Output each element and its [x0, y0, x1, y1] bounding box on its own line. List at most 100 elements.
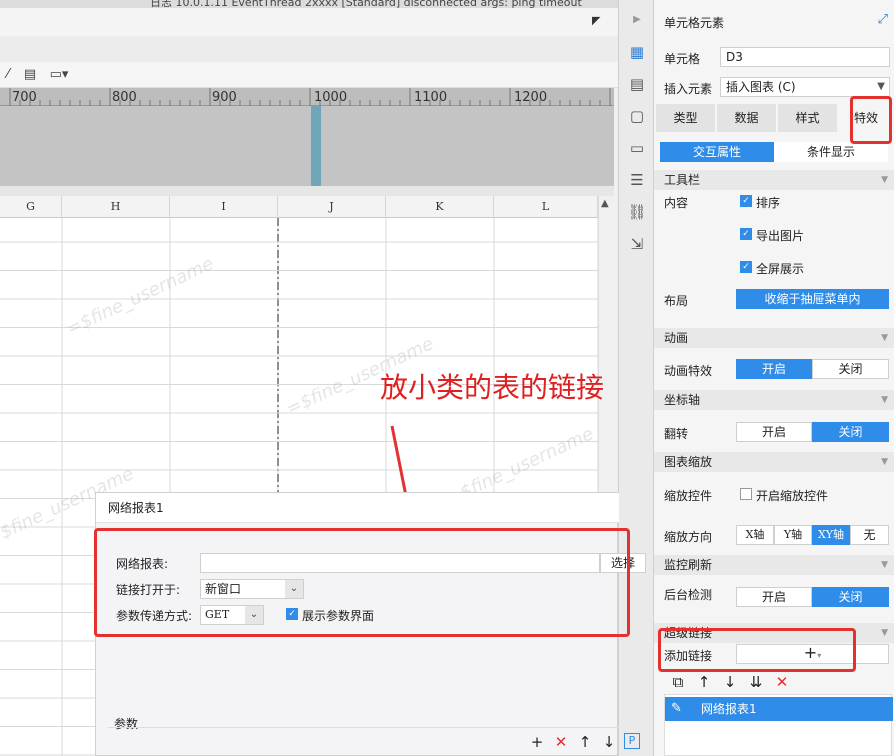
delete-icon[interactable]: ✕: [772, 672, 792, 692]
background-check-off-button[interactable]: 关闭: [812, 587, 889, 607]
section-hyperlink[interactable]: 超级链接 ▼: [654, 623, 894, 643]
chevron-down-icon: ▼: [877, 81, 885, 92]
section-toolbar-label: 工具栏: [664, 173, 701, 187]
move-up-icon[interactable]: ↑: [694, 672, 714, 692]
zoom-y-axis-button[interactable]: Y轴: [774, 525, 812, 545]
fullscreen-checkbox[interactable]: ✓: [740, 261, 752, 273]
column-header-i[interactable]: I: [170, 196, 278, 218]
cell-element-panel: 单元格元素 ⤢ 单元格 D3 插入元素 插入图表 (C) ▼ 类型 数据 样式 …: [654, 0, 894, 756]
insert-element-select[interactable]: 插入图表 (C) ▼: [720, 77, 890, 97]
layer-icon[interactable]: ☰: [627, 170, 647, 190]
float-element-icon[interactable]: ▢: [627, 106, 647, 126]
animation-effect-label: 动画特效: [664, 364, 713, 378]
zoom-direction-label: 缩放方向: [664, 530, 713, 544]
export-image-label: 导出图片: [756, 229, 805, 243]
chevron-down-icon: ▾: [817, 651, 822, 660]
section-axis-label: 坐标轴: [664, 393, 701, 407]
sort-checkbox[interactable]: ✓: [740, 195, 752, 207]
column-header-k[interactable]: K: [386, 196, 494, 218]
copy-icon[interactable]: ⧉: [668, 672, 688, 692]
zoom-control-label: 缩放控件: [664, 489, 713, 503]
param-method-select[interactable]: GET ⌄: [200, 605, 264, 625]
section-animation[interactable]: 动画 ▼: [654, 328, 894, 348]
zoom-control-option-label: 开启缩放控件: [756, 489, 829, 503]
zoom-none-button[interactable]: 无: [850, 525, 889, 545]
zoom-control-checkbox[interactable]: [740, 488, 752, 500]
move-down-icon[interactable]: ↓: [600, 733, 618, 751]
plus-icon: +: [803, 643, 818, 662]
link-list: ✎ 网络报表1: [664, 694, 893, 756]
scroll-up-icon[interactable]: ▲: [601, 198, 609, 209]
insert-element-label: 插入元素: [664, 82, 713, 96]
annotation-text: 放小类的表的链接: [380, 371, 605, 404]
subtab-condition[interactable]: 条件显示: [774, 142, 888, 162]
animation-on-button[interactable]: 开启: [736, 359, 812, 379]
add-link-button[interactable]: +▾: [736, 644, 889, 664]
open-in-select[interactable]: 新窗口 ⌄: [200, 579, 304, 599]
content-label: 内容: [664, 196, 689, 210]
param-method-value: GET: [205, 608, 230, 621]
document-icon[interactable]: ▤: [22, 67, 38, 83]
fullscreen-label: 全屏展示: [756, 262, 805, 276]
expand-arrow-icon[interactable]: ▶: [627, 10, 647, 30]
tab-effects[interactable]: 特效: [839, 104, 894, 132]
border-dropdown-icon[interactable]: ▭▾: [46, 67, 72, 83]
zoom-x-axis-button[interactable]: X轴: [736, 525, 774, 545]
pen-icon[interactable]: ⁄: [0, 67, 16, 83]
show-params-checkbox[interactable]: ✓: [286, 608, 298, 620]
column-header-l[interactable]: L: [494, 196, 598, 218]
zoom-xy-axis-button[interactable]: XY轴: [812, 525, 850, 545]
pin-icon[interactable]: ⤢: [878, 12, 888, 27]
cell-attribute-icon[interactable]: ▤: [627, 74, 647, 94]
section-hyperlink-label: 超级链接: [664, 626, 713, 640]
caret-icon: ▼: [881, 457, 888, 467]
link-list-item[interactable]: ✎ 网络报表1: [665, 697, 893, 721]
section-axis[interactable]: 坐标轴 ▼: [654, 390, 894, 410]
parameter-icon[interactable]: P: [624, 733, 640, 749]
horizontal-ruler: 700 800 900 1000 1100 1200: [0, 88, 614, 106]
cell-input[interactable]: D3: [720, 47, 890, 67]
edit-pencil-icon: ✎: [671, 701, 682, 716]
param-method-label: 参数传递方式:: [116, 609, 193, 623]
widget-icon[interactable]: ▭: [627, 138, 647, 158]
caret-icon: ▼: [881, 628, 888, 638]
column-header-h[interactable]: H: [62, 196, 170, 218]
dialog-title: 网络报表1: [96, 493, 619, 523]
import-icon[interactable]: ⇲: [627, 234, 647, 254]
section-chart-zoom[interactable]: 图表缩放 ▼: [654, 452, 894, 472]
delete-param-icon[interactable]: ✕: [552, 733, 570, 751]
column-header-g[interactable]: G: [0, 196, 62, 218]
cell-element-icon[interactable]: ▦: [627, 42, 647, 62]
layout-label: 布局: [664, 294, 689, 308]
collapse-icon[interactable]: ◤: [592, 14, 606, 28]
tab-style[interactable]: 样式: [778, 104, 838, 132]
move-up-icon[interactable]: ↑: [576, 733, 594, 751]
sort-down-icon[interactable]: ⇊: [746, 672, 766, 692]
flip-on-button[interactable]: 开启: [736, 422, 812, 442]
animation-off-button[interactable]: 关闭: [812, 359, 889, 379]
choose-button[interactable]: 选择: [600, 553, 646, 573]
background-check-label: 后台检测: [664, 588, 713, 602]
flip-off-button[interactable]: 关闭: [812, 422, 889, 442]
add-param-icon[interactable]: +: [528, 733, 546, 751]
section-toolbar[interactable]: 工具栏 ▼: [654, 170, 894, 190]
sheet-toolbar: ⁄ ▤ ▭▾: [0, 62, 618, 88]
caret-icon: ▼: [881, 175, 888, 185]
report-label: 网络报表:: [116, 557, 169, 571]
ruler-label: 1000: [314, 90, 348, 105]
background-check-on-button[interactable]: 开启: [736, 587, 812, 607]
column-header-j[interactable]: J: [278, 196, 386, 218]
ruler-label: 1100: [414, 90, 448, 105]
tab-data[interactable]: 数据: [717, 104, 777, 132]
ruler-label: 1200: [514, 90, 548, 105]
link-icon[interactable]: ⛓: [627, 202, 647, 222]
subtab-interaction[interactable]: 交互属性: [660, 142, 774, 162]
show-params-label: 展示参数界面: [302, 609, 375, 623]
layout-drawer-button[interactable]: 收缩于抽屉菜单内: [736, 289, 889, 309]
section-monitor-refresh[interactable]: 监控刷新 ▼: [654, 555, 894, 575]
tab-type[interactable]: 类型: [656, 104, 716, 132]
export-image-checkbox[interactable]: ✓: [740, 228, 752, 240]
section-chart-zoom-label: 图表缩放: [664, 455, 713, 469]
move-down-icon[interactable]: ↓: [720, 672, 740, 692]
report-path-input[interactable]: [200, 553, 600, 573]
